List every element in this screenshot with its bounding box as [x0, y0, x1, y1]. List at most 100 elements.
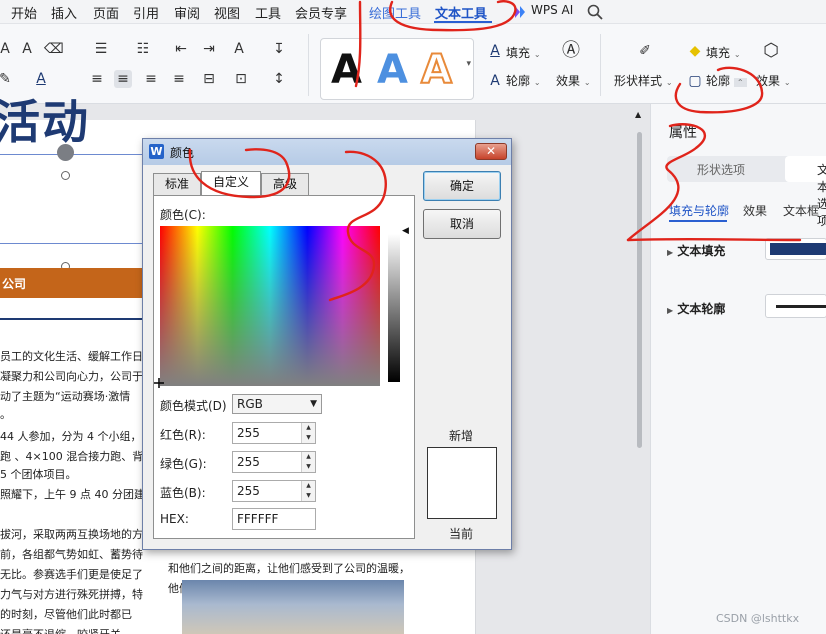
- text-style-orange-outline[interactable]: A: [420, 46, 453, 94]
- document-scrollbar[interactable]: ▲: [632, 108, 646, 634]
- shape-outline-icon[interactable]: ▢: [686, 72, 704, 90]
- close-button[interactable]: ✕: [475, 143, 507, 160]
- text-outline-button[interactable]: 轮廓 ⌄: [506, 72, 541, 89]
- color-mode-select[interactable]: RGB ▼: [232, 394, 322, 414]
- tab-standard[interactable]: 标准: [153, 173, 201, 195]
- text-effect-icon[interactable]: Ⓐ: [562, 42, 580, 60]
- color-preview: [427, 447, 497, 519]
- menu-member[interactable]: 会员专享: [295, 3, 347, 22]
- expand-icon: ▶: [667, 248, 674, 257]
- expand-icon: ▶: [667, 306, 674, 315]
- red-input[interactable]: 255 ▲ ▼: [232, 422, 316, 444]
- spectrum-cursor-icon[interactable]: [154, 378, 164, 388]
- body-line: 凝聚力和公司向心力，公司于: [0, 370, 143, 383]
- custom-color-pane: 颜色(C): ◀ 颜色模式(D) RGB ▼ 红色(R): 255 ▲ ▼ 绿色(G)…: [153, 195, 415, 539]
- blue-input[interactable]: 255 ▲ ▼: [232, 480, 316, 502]
- properties-panel: 属性 形状选项 文本选项 填充与轮廓 效果 文本框 ▶ 文本填充 ▶ 文本轮廓: [650, 104, 826, 634]
- menu-review[interactable]: 审阅: [174, 3, 200, 22]
- selected-textbox[interactable]: [0, 154, 145, 244]
- wps-ai-button[interactable]: WPS AI: [531, 3, 573, 17]
- text-style-blue[interactable]: A: [377, 47, 408, 93]
- watermark: CSDN @lshttkx: [716, 612, 800, 625]
- luminance-arrow-icon[interactable]: ◀: [402, 226, 409, 236]
- text-direction-icon[interactable]: ↧: [270, 40, 288, 58]
- shape-effect-icon[interactable]: ⬡: [762, 42, 780, 60]
- shape-style-label: 形状样式: [614, 74, 663, 88]
- align-center-icon[interactable]: ≡: [114, 70, 132, 88]
- scroll-thumb[interactable]: [637, 132, 642, 448]
- shape-outline-button[interactable]: 轮廓 ⌃: [706, 72, 747, 89]
- subtab-effect[interactable]: 效果: [743, 202, 767, 219]
- numbered-list-icon[interactable]: ☷: [134, 40, 152, 58]
- body-line: 员工的文化生活、缓解工作日: [0, 350, 143, 363]
- text-effect-button[interactable]: 效果 ⌄: [556, 72, 591, 89]
- document-title[interactable]: 活动: [0, 86, 90, 152]
- search-icon[interactable]: [586, 3, 604, 21]
- resize-handle-top[interactable]: [61, 171, 70, 180]
- menu-reference[interactable]: 引用: [133, 3, 159, 22]
- subtab-fill-outline[interactable]: 填充与轮廓: [669, 202, 729, 219]
- clear-format-icon[interactable]: ⌫: [44, 40, 64, 58]
- tab-advanced[interactable]: 高级: [261, 173, 309, 195]
- ribbon: A A ⌫ ✎ A ☰ ☷ ⇤ ⇥ A ↧ ≡ ≡ ≡ ≡ ⊟ ⊡ ↕ A A …: [0, 24, 826, 104]
- text-outline-row[interactable]: ▶ 文本轮廓: [667, 300, 725, 317]
- current-color-label: 当前: [449, 527, 474, 541]
- hex-input[interactable]: FFFFFF: [232, 508, 316, 530]
- tab-drawing-tools[interactable]: 绘图工具: [369, 3, 421, 22]
- menu-start[interactable]: 开始: [11, 3, 37, 22]
- distribute-icon[interactable]: ⊟: [200, 70, 218, 88]
- wps-ai-icon[interactable]: [512, 4, 528, 20]
- font-size-decrease-icon[interactable]: A: [18, 40, 36, 58]
- body-line: 无比。参赛选手们更是使足了: [0, 568, 143, 581]
- menu-page[interactable]: 页面: [93, 3, 119, 22]
- align-right-icon[interactable]: ≡: [142, 70, 160, 88]
- text-fill-row[interactable]: ▶ 文本填充: [667, 242, 725, 259]
- text-style-black[interactable]: A: [331, 47, 362, 93]
- shape-effect-button[interactable]: 效果 ⌄: [756, 72, 791, 89]
- text-fill-swatch[interactable]: [765, 238, 826, 260]
- ok-button[interactable]: 确定: [423, 171, 501, 201]
- banner-bar: 公司: [0, 268, 145, 298]
- blue-stepper[interactable]: ▲ ▼: [301, 481, 315, 501]
- red-stepper[interactable]: ▲ ▼: [301, 423, 315, 443]
- font-size-increase-icon[interactable]: A: [0, 40, 14, 58]
- char-spacing-icon[interactable]: A: [230, 40, 248, 58]
- shape-style-button[interactable]: 形状样式 ⌄: [614, 72, 673, 89]
- shape-style-icon[interactable]: ✐: [636, 42, 654, 60]
- tab-text-options[interactable]: 文本选项: [785, 156, 826, 228]
- shape-fill-icon[interactable]: ◆: [686, 42, 704, 60]
- document-photo[interactable]: [182, 580, 404, 634]
- green-stepper[interactable]: ▲ ▼: [301, 452, 315, 472]
- menu-view[interactable]: 视图: [214, 3, 240, 22]
- cancel-button[interactable]: 取消: [423, 209, 501, 239]
- align-left-icon[interactable]: ≡: [88, 70, 106, 88]
- line-spacing-icon[interactable]: ↕: [270, 70, 288, 88]
- menu-tools[interactable]: 工具: [255, 3, 281, 22]
- text-fill-button[interactable]: 填充 ⌄: [506, 44, 541, 61]
- luminance-slider[interactable]: [388, 234, 400, 382]
- vertical-align-icon[interactable]: ⊡: [232, 70, 250, 88]
- tab-text-tools[interactable]: 文本工具: [435, 3, 487, 22]
- bullet-list-icon[interactable]: ☰: [92, 40, 110, 58]
- text-fill-icon[interactable]: A: [486, 42, 504, 60]
- text-outline-icon[interactable]: A: [486, 72, 504, 90]
- shape-fill-button[interactable]: 填充 ⌄: [706, 44, 741, 61]
- tab-shape-options[interactable]: 形状选项: [697, 161, 745, 178]
- justify-icon[interactable]: ≡: [170, 70, 188, 88]
- text-outline-swatch[interactable]: [765, 294, 826, 318]
- green-input[interactable]: 255 ▲ ▼: [232, 451, 316, 473]
- body-line: 动了主题为“运动赛场·激情: [0, 390, 131, 403]
- decrease-indent-icon[interactable]: ⇤: [172, 40, 190, 58]
- color-spectrum[interactable]: [160, 226, 380, 386]
- subtab-textbox[interactable]: 文本框: [783, 202, 819, 219]
- color-mode-value: RGB: [237, 397, 263, 411]
- scroll-up-icon[interactable]: ▲: [635, 110, 641, 119]
- tab-custom[interactable]: 自定义: [201, 171, 261, 196]
- menu-insert[interactable]: 插入: [51, 3, 77, 22]
- shape-outline-label: 轮廓: [706, 74, 731, 88]
- gallery-more-icon[interactable]: ▾: [466, 59, 471, 69]
- divider: [0, 318, 145, 320]
- dialog-titlebar[interactable]: W 颜色 ✕: [143, 139, 511, 165]
- increase-indent-icon[interactable]: ⇥: [200, 40, 218, 58]
- text-style-gallery[interactable]: A A A ▾: [320, 38, 474, 100]
